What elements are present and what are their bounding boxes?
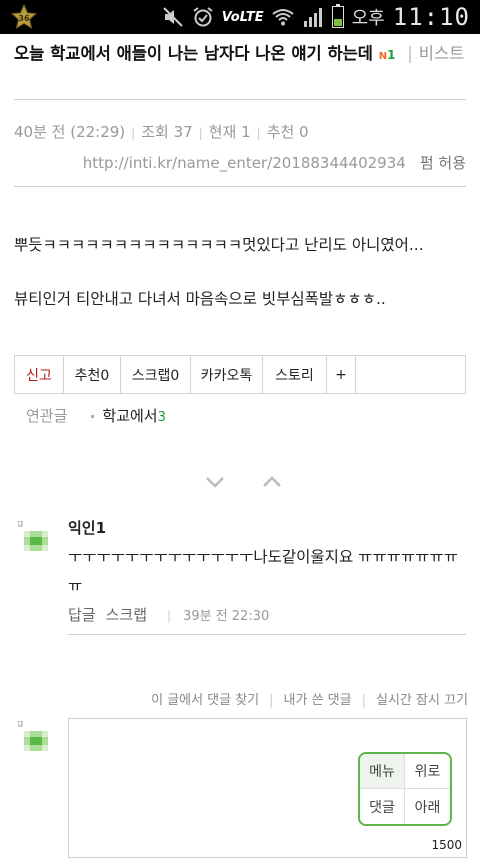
reply-button[interactable]: 답글 — [68, 606, 96, 624]
related-posts: 연관글 학교에서3 — [26, 405, 166, 426]
report-button[interactable]: 신고 — [15, 356, 64, 393]
current-count: 현재 1 — [208, 123, 251, 141]
avatar — [18, 721, 48, 751]
signal-icon — [303, 8, 322, 27]
menu-button[interactable]: 메뉴 — [360, 754, 405, 789]
body-paragraph: 뿌듯ㅋㅋㅋㅋㅋㅋㅋㅋㅋㅋㅋㅋㅋㅋ멋있다고 난리도 아니였어... — [14, 236, 424, 254]
related-label: 연관글 — [26, 407, 68, 425]
recommend-button[interactable]: 추천0 — [64, 356, 121, 393]
comment-count[interactable]: 1 — [387, 48, 395, 62]
related-keyword[interactable]: 학교에서 — [102, 407, 157, 425]
app-badge-icon: 36 — [10, 4, 38, 30]
char-limit: 1500 — [431, 838, 462, 852]
alarm-icon — [193, 7, 213, 27]
recommend-count: 추천 0 — [266, 123, 309, 141]
new-badge: N — [378, 51, 388, 62]
divider — [14, 186, 466, 187]
scroll-top-button[interactable]: 위로 — [405, 754, 450, 789]
divider: | — [407, 44, 413, 63]
clock-time: 11:10 — [392, 3, 470, 31]
comment-actions: 답글 스크랩 | 39분 전 22:30 — [68, 604, 269, 625]
my-comments-link[interactable]: 내가 쓴 댓글 — [284, 693, 352, 708]
comment-scrap-button[interactable]: 스크랩 — [106, 606, 147, 624]
comment-text: ㅜㅜㅜㅜㅜㅜㅜㅜㅜㅜㅜㅜㅜ나도같이울지요 ㅠㅠㅠㅠㅠㅠㅠㅠ — [68, 548, 458, 595]
post-actions: 신고 추천0 스크랩0 카카오톡 스토리 + — [14, 355, 466, 394]
post-url[interactable]: http://inti.kr/name_enter/20188344402934 — [83, 154, 406, 172]
quick-nav-panel: 메뉴 위로 댓글 아래 — [358, 752, 452, 826]
divider: | — [198, 126, 203, 140]
svg-text:36: 36 — [18, 14, 30, 23]
view-count: 조회 37 — [141, 123, 193, 141]
body-paragraph: 뷰티인거 티안내고 다녀서 마음속으로 빗부심폭발ㅎㅎㅎ.. — [14, 290, 386, 308]
chevron-up-icon[interactable] — [260, 470, 284, 494]
mute-icon — [162, 7, 183, 27]
post-body: 뿌듯ㅋㅋㅋㅋㅋㅋㅋㅋㅋㅋㅋㅋㅋㅋ멋있다고 난리도 아니였어... 뷰티인거 티안… — [14, 233, 469, 341]
comment-links: 이 글에서 댓글 찾기 | 내가 쓴 댓글 | 실시간 잠시 끄기 — [151, 689, 468, 708]
url-row: http://inti.kr/name_enter/20188344402934… — [83, 152, 466, 173]
board-link[interactable]: 비스트 — [419, 44, 465, 63]
clock-ampm: 오후 — [351, 8, 385, 29]
battery-icon — [331, 4, 344, 28]
story-share-button[interactable]: 스토리 — [263, 356, 327, 393]
chevron-down-icon[interactable] — [203, 470, 227, 494]
divider: | — [269, 693, 274, 708]
volte-icon: VoLTE — [221, 9, 264, 25]
more-share-button[interactable]: + — [327, 356, 356, 393]
divider: | — [256, 126, 261, 140]
divider — [14, 99, 466, 100]
status-bar: 36 VoLTE 오후 11:10 — [0, 0, 480, 34]
divider — [68, 634, 466, 635]
jump-comments-button[interactable]: 댓글 — [360, 789, 405, 824]
post-title-text: 오늘 학교에서 애들이 나는 남자다 나온 얘기 하는데 — [14, 44, 373, 63]
comment-time: 39분 전 22:30 — [183, 609, 270, 624]
comment-author[interactable]: 익인1 — [68, 517, 106, 538]
scrap-button[interactable]: 스크랩0 — [121, 356, 191, 393]
bullet — [91, 415, 95, 418]
divider: | — [131, 126, 136, 140]
post-title: 오늘 학교에서 애들이 나는 남자다 나온 얘기 하는데 N1 | 비스트 — [14, 40, 466, 71]
avatar — [18, 521, 48, 551]
divider: | — [361, 693, 366, 708]
kakaotalk-share-button[interactable]: 카카오톡 — [191, 356, 263, 393]
divider: | — [167, 609, 172, 623]
find-comment-link[interactable]: 이 글에서 댓글 찾기 — [151, 693, 259, 708]
post-time: 40분 전 (22:29) — [14, 123, 126, 141]
scroll-bottom-button[interactable]: 아래 — [405, 789, 450, 824]
realtime-pause-link[interactable]: 실시간 잠시 끄기 — [376, 693, 468, 708]
post-meta: 40분 전 (22:29) | 조회 37 | 현재 1 | 추천 0 — [14, 121, 309, 142]
wifi-icon — [272, 9, 294, 26]
copy-permission: 펌 허용 — [419, 154, 466, 172]
related-count: 3 — [157, 410, 166, 425]
